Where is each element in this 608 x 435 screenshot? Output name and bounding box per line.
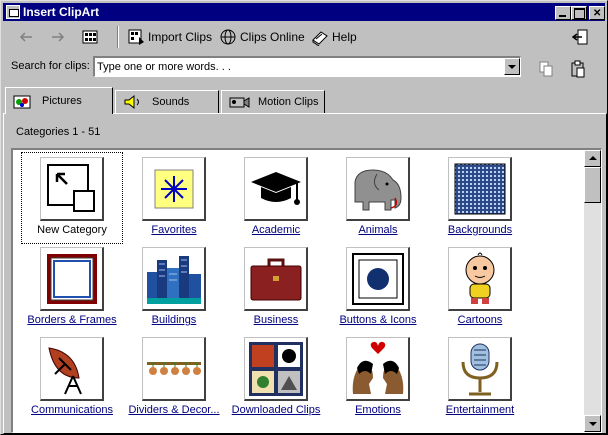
category-animals[interactable]: Animals — [328, 153, 428, 243]
category-buttons-icons[interactable]: Buttons & Icons — [328, 243, 428, 333]
tab-motion-clips[interactable]: Motion Clips — [221, 90, 325, 113]
couple-heart-icon — [346, 337, 410, 401]
category-dividers-decor[interactable]: Dividers & Decor... — [124, 333, 224, 423]
paste-button[interactable] — [569, 58, 590, 80]
category-label: Entertainment — [445, 404, 515, 416]
category-label: Backgrounds — [447, 224, 513, 236]
category-entertainment[interactable]: Entertainment — [430, 333, 530, 423]
window-toggle-icon — [571, 29, 588, 45]
button-icon — [346, 247, 410, 311]
scroll-thumb[interactable] — [584, 167, 601, 203]
copy-icon — [539, 61, 553, 77]
divider-icon — [142, 337, 206, 401]
grid-pattern-icon — [448, 157, 512, 221]
pictures-icon — [13, 95, 31, 109]
window-title: Insert ClipArt — [23, 5, 100, 19]
help-book-icon — [312, 31, 328, 46]
categories-count: Categories 1 - 51 — [16, 126, 101, 138]
vertical-scrollbar[interactable] — [584, 150, 601, 432]
import-clips-button[interactable]: Import Clips — [127, 26, 212, 48]
change-size-button[interactable] — [571, 26, 592, 48]
frame-icon — [40, 247, 104, 311]
view-all-button[interactable] — [81, 26, 102, 48]
category-gallery: New Category Favorites Academic Animals — [11, 148, 602, 433]
close-button[interactable] — [589, 5, 605, 23]
globe-icon — [220, 29, 236, 45]
forward-arrow-icon — [52, 32, 65, 42]
category-buildings[interactable]: Buildings — [124, 243, 224, 333]
app-icon — [6, 5, 20, 19]
new-category-icon — [40, 157, 104, 221]
paste-clipboard-icon — [571, 60, 585, 78]
category-emotions[interactable]: Emotions — [328, 333, 428, 423]
category-communications[interactable]: Communications — [22, 333, 122, 423]
cartoon-baby-icon — [448, 247, 512, 311]
collage-icon — [244, 337, 308, 401]
search-label: Search for clips: — [11, 60, 90, 72]
video-camera-icon — [229, 97, 250, 108]
help-button[interactable]: Help — [311, 26, 357, 48]
minimize-button[interactable] — [555, 6, 571, 20]
clips-online-label: Clips Online — [240, 30, 305, 44]
briefcase-icon — [244, 247, 308, 311]
help-label: Help — [332, 30, 357, 44]
maximize-button[interactable] — [571, 6, 587, 20]
clips-online-button[interactable]: Clips Online — [219, 26, 305, 48]
import-clips-icon — [128, 29, 144, 45]
copy-button[interactable] — [537, 58, 558, 80]
tab-sounds-label: Sounds — [152, 96, 190, 108]
title-bar[interactable]: Insert ClipArt — [3, 3, 605, 23]
grid-view-icon — [82, 30, 98, 44]
satellite-dish-icon — [40, 337, 104, 401]
tab-pictures[interactable]: Pictures — [5, 87, 113, 114]
category-label: Cartoons — [457, 314, 503, 326]
media-tabs: Pictures Sounds Motion Clips — [5, 87, 603, 114]
graduation-cap-icon — [244, 157, 308, 221]
speaker-icon — [124, 94, 139, 110]
category-downloaded-clips[interactable]: Downloaded Clips — [226, 333, 326, 423]
search-input[interactable] — [95, 58, 495, 75]
search-dropdown-button[interactable] — [504, 58, 520, 75]
star-icon — [142, 157, 206, 221]
pictures-panel: Categories 1 - 51 New Category Favorites — [3, 113, 607, 434]
category-academic[interactable]: Academic — [226, 153, 326, 243]
forward-button[interactable] — [49, 26, 70, 48]
tab-sounds[interactable]: Sounds — [115, 90, 219, 113]
toolbar: Import Clips Clips Online Help — [3, 23, 605, 51]
toolbar-separator — [117, 26, 119, 48]
back-button[interactable] — [17, 26, 38, 48]
city-skyline-icon — [142, 247, 206, 311]
scroll-up-button[interactable] — [584, 150, 601, 167]
tab-motion-clips-label: Motion Clips — [258, 96, 319, 108]
category-favorites[interactable]: Favorites — [124, 153, 224, 243]
category-business[interactable]: Business — [226, 243, 326, 333]
tab-pictures-label: Pictures — [42, 95, 82, 107]
category-new-category[interactable]: New Category — [21, 152, 123, 244]
import-clips-label: Import Clips — [148, 30, 213, 44]
search-combobox[interactable] — [93, 56, 521, 77]
microphone-icon — [448, 337, 512, 401]
category-borders-frames[interactable]: Borders & Frames — [22, 243, 122, 333]
search-row: Search for clips: — [3, 53, 605, 81]
category-cartoons[interactable]: Cartoons — [430, 243, 530, 333]
clipart-window: Insert ClipArt Import Clips — [0, 0, 608, 435]
scroll-down-button[interactable] — [584, 415, 601, 432]
category-backgrounds[interactable]: Backgrounds — [430, 153, 530, 243]
back-arrow-icon — [19, 32, 32, 42]
elephant-icon — [346, 157, 410, 221]
